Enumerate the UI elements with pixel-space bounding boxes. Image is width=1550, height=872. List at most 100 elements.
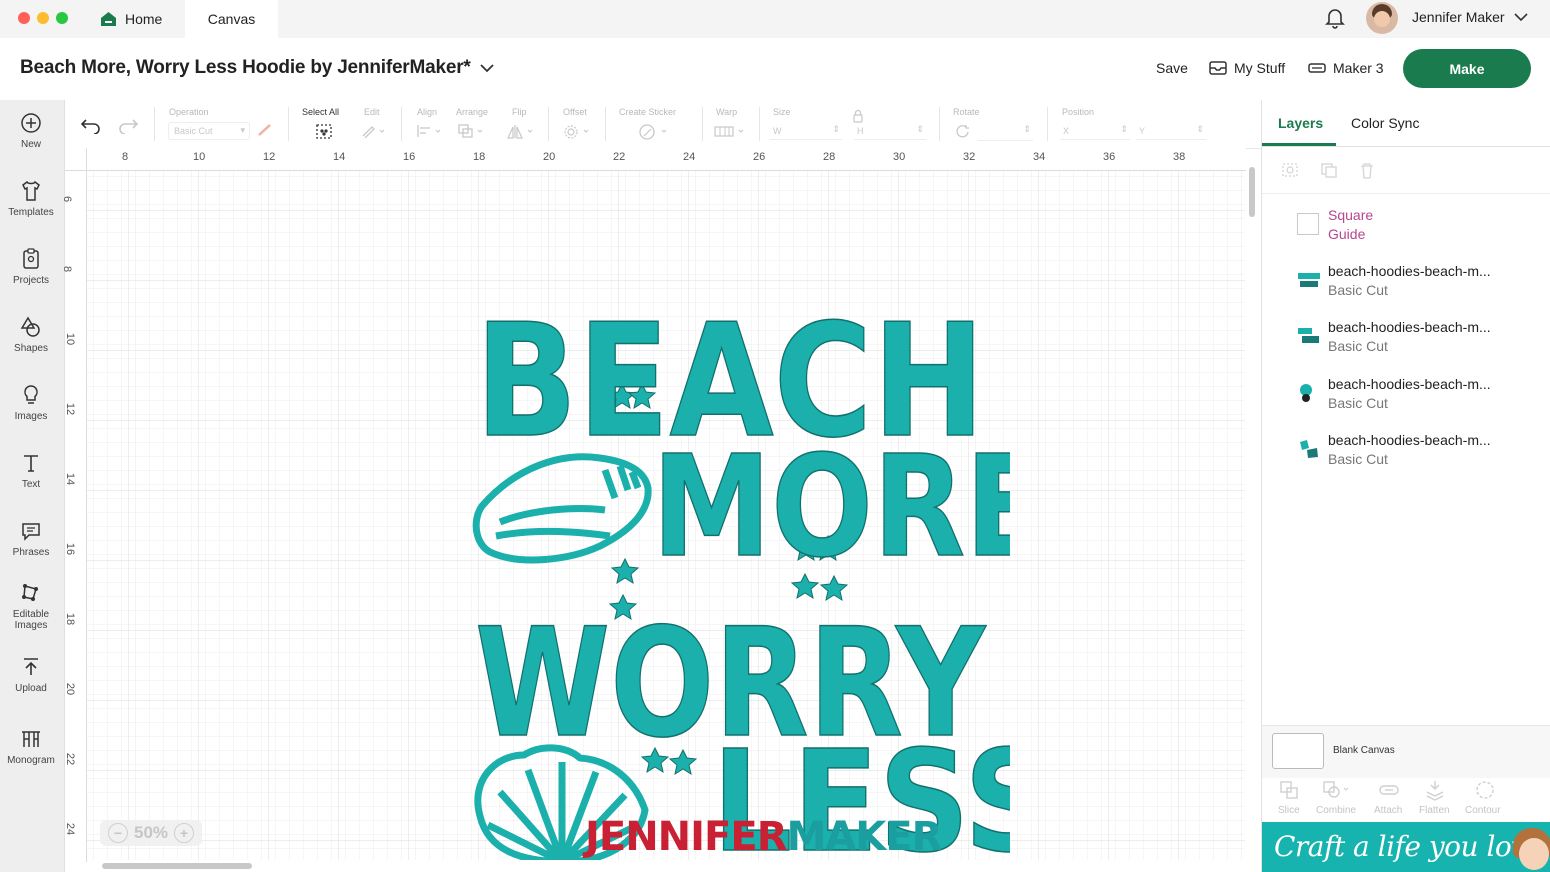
width-input[interactable]: W ⇕ xyxy=(770,122,842,140)
layer-thumbnail-icon xyxy=(1300,384,1312,402)
sidebar-item-phrases[interactable]: Phrases xyxy=(0,520,62,558)
zoom-control: − 50% + xyxy=(100,820,202,846)
sidebar-item-templates[interactable]: Templates xyxy=(0,180,62,218)
layer-sub: Basic Cut xyxy=(1328,282,1388,298)
layer-item[interactable]: beach-hoodies-beach-m... Basic Cut xyxy=(1328,263,1491,298)
ruler-label: 24 xyxy=(64,822,77,836)
blank-canvas-swatch[interactable] xyxy=(1272,733,1324,769)
ruler-label: 36 xyxy=(1103,151,1116,163)
stepper-icon[interactable]: ⇕ xyxy=(1023,124,1031,135)
my-stuff-button[interactable]: My Stuff xyxy=(1209,60,1285,76)
make-button[interactable]: Make xyxy=(1403,49,1531,88)
redo-icon[interactable] xyxy=(117,116,139,134)
rotate-input[interactable]: ⇕ xyxy=(978,122,1033,141)
warp-icon[interactable] xyxy=(714,124,746,139)
layer-square-guide[interactable]: Square Guide xyxy=(1328,207,1373,242)
horizontal-ruler xyxy=(86,148,1246,171)
edit-icon[interactable] xyxy=(361,124,385,138)
flip-icon[interactable] xyxy=(507,124,535,139)
position-x-input[interactable]: X ⇕ xyxy=(1060,122,1130,140)
design-canvas[interactable]: BEACH MORE WORRY LESS JENNIFERMAKER xyxy=(65,148,1245,860)
operation-select[interactable]: Basic Cut ▾ xyxy=(168,122,250,140)
slice-icon[interactable] xyxy=(1279,780,1299,800)
contour-icon[interactable] xyxy=(1474,780,1496,800)
shapes-icon xyxy=(20,316,40,337)
trash-icon[interactable] xyxy=(1359,162,1375,179)
machine-label: Maker 3 xyxy=(1333,60,1384,76)
sticker-icon[interactable] xyxy=(637,123,669,140)
align-icon[interactable] xyxy=(416,124,444,138)
ruler-label: 34 xyxy=(1033,151,1046,163)
position-y-input[interactable]: Y ⇕ xyxy=(1136,122,1206,140)
select-all-icon[interactable] xyxy=(315,123,333,140)
layer-name: beach-hoodies-beach-m... xyxy=(1328,432,1491,448)
close-window-button[interactable] xyxy=(18,12,30,24)
tab-color-sync[interactable]: Color Sync xyxy=(1351,115,1419,131)
height-input[interactable]: H ⇕ xyxy=(854,122,926,140)
watermark-part-jennifer: JENNIFER xyxy=(585,814,787,860)
duplicate-icon[interactable] xyxy=(1320,162,1338,178)
chevron-down-icon[interactable] xyxy=(1514,12,1528,22)
flatten-label: Flatten xyxy=(1419,805,1450,816)
machine-selector[interactable]: Maker 3 xyxy=(1308,60,1384,76)
ruler-label: 18 xyxy=(64,612,77,626)
offset-icon[interactable] xyxy=(563,124,591,139)
sidebar-item-shapes[interactable]: Shapes xyxy=(0,316,62,354)
horizontal-scrollbar[interactable] xyxy=(102,863,252,869)
divider xyxy=(1262,193,1550,194)
attach-icon[interactable] xyxy=(1378,780,1400,800)
ruler-label: 14 xyxy=(333,151,346,163)
sidebar-item-new[interactable]: New xyxy=(0,112,62,150)
arrange-icon[interactable] xyxy=(458,124,486,138)
vertical-scrollbar[interactable] xyxy=(1249,167,1255,217)
sidebar-item-editable-images[interactable]: Editable Images xyxy=(0,582,62,631)
tab-home[interactable]: Home xyxy=(88,0,183,38)
sidebar-item-images[interactable]: Images xyxy=(0,384,62,422)
stepper-icon[interactable]: ⇕ xyxy=(1196,124,1204,135)
save-button[interactable]: Save xyxy=(1156,60,1188,76)
sidebar-item-projects[interactable]: Projects xyxy=(0,248,62,286)
operation-value: Basic Cut xyxy=(174,126,213,136)
toolbar-divider xyxy=(759,107,760,141)
align-label: Align xyxy=(417,107,438,117)
zoom-out-button[interactable]: − xyxy=(107,823,128,843)
layer-thumbnail-icon xyxy=(1300,440,1318,458)
sidebar-item-monogram[interactable]: Monogram xyxy=(0,728,62,766)
stepper-icon[interactable]: ⇕ xyxy=(1120,124,1128,135)
tab-layers[interactable]: Layers xyxy=(1278,115,1323,131)
ruler-label: 20 xyxy=(64,682,77,696)
minimize-window-button[interactable] xyxy=(37,12,49,24)
stepper-icon[interactable]: ⇕ xyxy=(832,124,840,135)
zoom-value: 50% xyxy=(133,823,169,842)
tab-layers-label: Layers xyxy=(1278,115,1324,131)
sidebar-item-text[interactable]: Text xyxy=(0,452,62,490)
chevron-down-icon[interactable] xyxy=(480,64,494,73)
tab-canvas[interactable]: Canvas xyxy=(185,0,278,38)
flatten-icon[interactable] xyxy=(1424,779,1446,801)
combine-icon[interactable] xyxy=(1322,780,1352,800)
tab-color-sync-label: Color Sync xyxy=(1351,115,1420,131)
toolbar-divider xyxy=(154,107,155,141)
create-sticker-label: Create Sticker xyxy=(619,107,677,117)
stepper-icon[interactable]: ⇕ xyxy=(916,124,924,135)
layer-item[interactable]: beach-hoodies-beach-m... Basic Cut xyxy=(1328,319,1491,354)
group-icon[interactable] xyxy=(1281,162,1299,178)
toolbar-divider xyxy=(548,107,549,141)
ruler-label: 12 xyxy=(263,151,276,163)
undo-icon[interactable] xyxy=(80,116,102,134)
zoom-in-button[interactable]: + xyxy=(174,823,195,843)
maximize-window-button[interactable] xyxy=(56,12,68,24)
pen-color-icon[interactable] xyxy=(257,123,273,137)
user-name[interactable]: Jennifer Maker xyxy=(1412,9,1505,25)
ruler-label: 10 xyxy=(64,332,77,346)
avatar[interactable] xyxy=(1366,2,1398,34)
layer-item[interactable]: beach-hoodies-beach-m... Basic Cut xyxy=(1328,432,1491,467)
banner-slogan: Craft a life you love xyxy=(1274,830,1543,863)
notification-bell-icon[interactable] xyxy=(1325,7,1345,29)
sidebar-item-upload[interactable]: Upload xyxy=(0,656,62,694)
project-title[interactable]: Beach More, Worry Less Hoodie by Jennife… xyxy=(20,57,494,79)
jennifermaker-watermark: JENNIFERMAKER xyxy=(585,814,942,860)
layer-item[interactable]: beach-hoodies-beach-m... Basic Cut xyxy=(1328,376,1491,411)
design-artwork[interactable]: BEACH MORE WORRY LESS xyxy=(400,210,1010,860)
lock-icon[interactable] xyxy=(852,109,864,123)
